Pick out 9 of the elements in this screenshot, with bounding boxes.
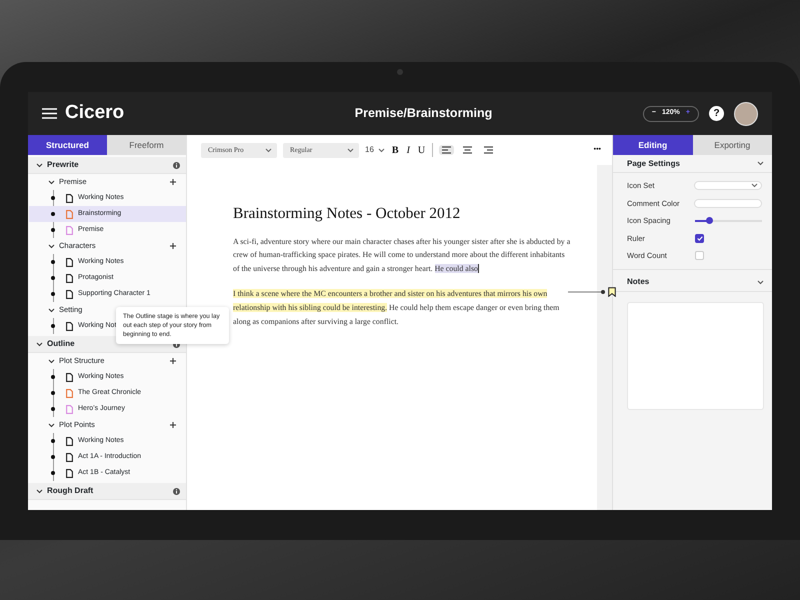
document-title: Premise/Brainstorming — [354, 105, 494, 122]
app-logo: Cicero — [65, 101, 124, 126]
select-value: 16 — [365, 144, 374, 156]
section-title: Rough Draft — [47, 485, 94, 497]
section-title: Outline — [47, 338, 76, 350]
document-heading: Brainstorming Notes - October 2012 — [233, 205, 462, 224]
panel-title: Page Settings — [627, 158, 681, 170]
section-title: Prewrite — [47, 159, 80, 171]
panel-title: Notes — [627, 276, 650, 288]
